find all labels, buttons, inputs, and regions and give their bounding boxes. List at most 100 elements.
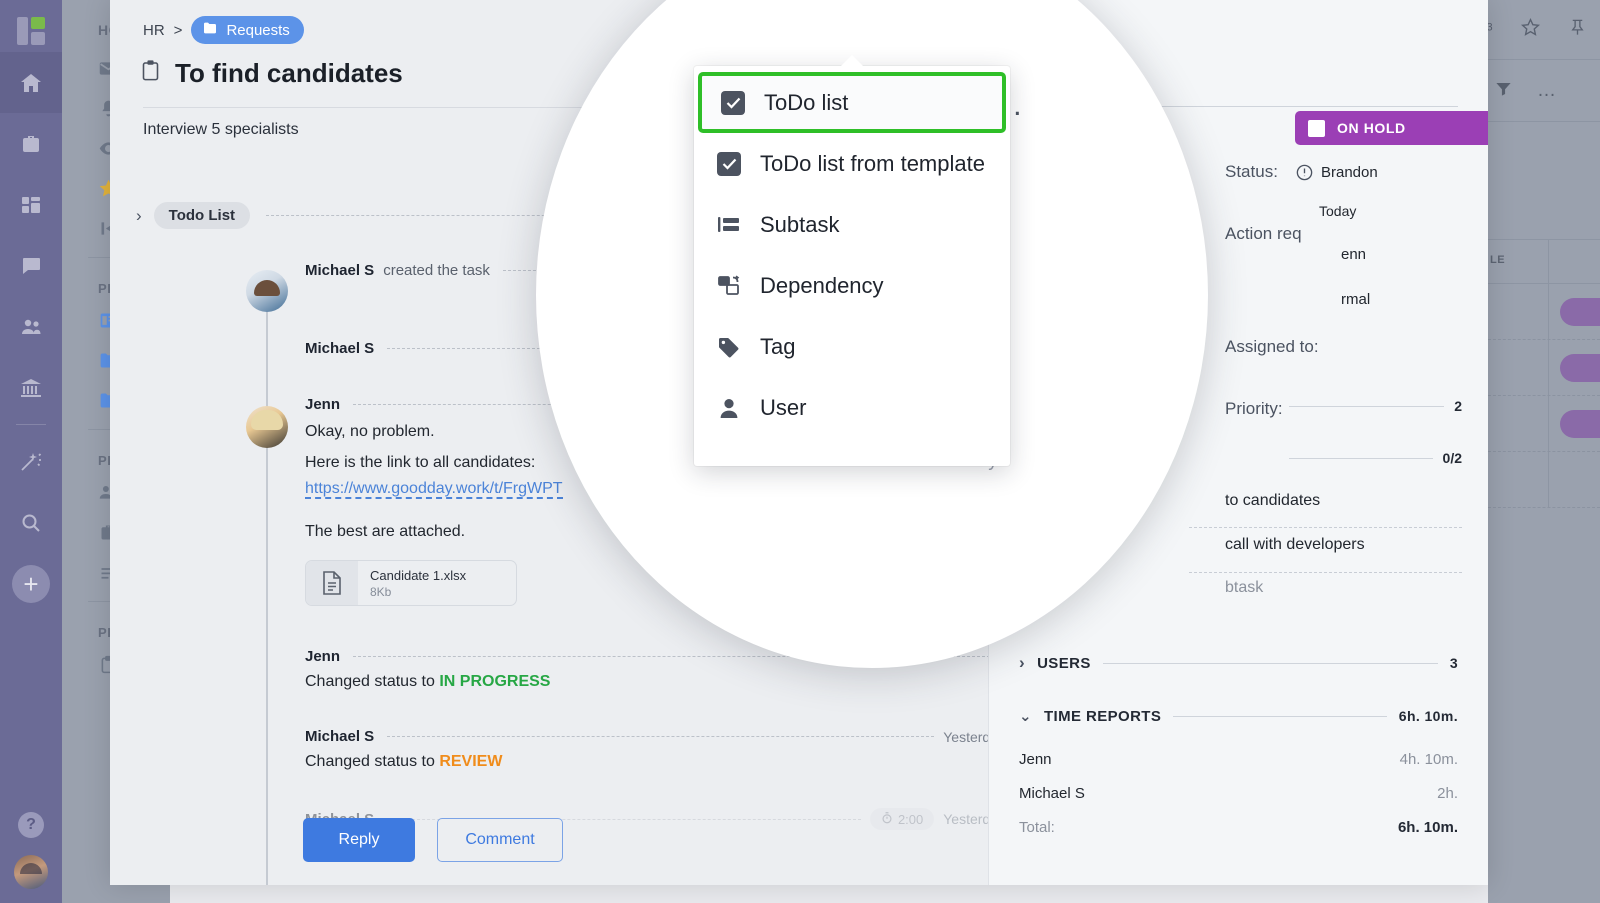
- field-value-action-required: enn: [1341, 246, 1367, 263]
- attachment-card[interactable]: Candidate 1.xlsx 8Kb: [305, 560, 517, 606]
- table-row[interactable]: [1488, 340, 1600, 396]
- square-icon: [1308, 119, 1325, 137]
- sidebar-item-users[interactable]: [0, 296, 62, 357]
- menu-item-todo-list[interactable]: ToDo list: [698, 72, 1006, 133]
- avatar[interactable]: [14, 855, 48, 889]
- field-value-priority: rmal: [1341, 291, 1371, 308]
- users-section-header[interactable]: › USERS 3: [989, 653, 1488, 673]
- time-report-total-label: Total:: [1019, 818, 1055, 836]
- chevron-right-icon[interactable]: ›: [1019, 653, 1025, 673]
- time-report-value: 4h. 10m.: [1399, 750, 1458, 768]
- feed-author: Jenn: [305, 648, 341, 665]
- background-table: … LE: [1488, 0, 1600, 903]
- timer-icon: [881, 811, 893, 827]
- breadcrumb-current[interactable]: Requests: [191, 16, 304, 44]
- status-change-text: Changed status to IN PROGRESS: [305, 673, 988, 691]
- dependency-icon: [716, 274, 742, 297]
- menu-item-subtask[interactable]: Subtask: [694, 194, 1010, 255]
- attachment-meta: Candidate 1.xlsx 8Kb: [358, 568, 466, 599]
- sidebar-item-home[interactable]: [0, 52, 62, 113]
- menu-item-label: Subtask: [760, 211, 840, 237]
- row-divider: [1189, 572, 1462, 573]
- status-badge[interactable]: [1560, 354, 1600, 382]
- time-reports-total: 6h. 10m.: [1398, 708, 1458, 724]
- users-count: 3: [1449, 655, 1458, 671]
- goodday-logo[interactable]: [10, 10, 52, 52]
- subtask-row[interactable]: call with developers: [1225, 536, 1365, 554]
- time-report-name: Michael S: [1019, 784, 1085, 802]
- menu-item-todo-list-from-template[interactable]: ToDo list from template: [694, 133, 1010, 194]
- field-label-assigned-to: Assigned to:: [1225, 337, 1319, 356]
- task-description: Interview 5 specialists: [143, 121, 299, 138]
- table-row[interactable]: [1488, 284, 1600, 340]
- task-title-text: To find candidates: [175, 58, 403, 88]
- add-item-menu: ToDo list ToDo list from template Subtas…: [694, 55, 1010, 466]
- avatar[interactable]: [246, 270, 288, 312]
- background-table-column-header: LE: [1488, 240, 1600, 284]
- sidebar-item-work[interactable]: [0, 113, 62, 174]
- priority-count: 2: [1454, 398, 1462, 414]
- row-divider: [387, 736, 935, 737]
- status-badge[interactable]: ON HOLD ⌄: [1295, 111, 1488, 145]
- field-value-status: Brandon: [1321, 164, 1378, 181]
- sidebar-item-organization[interactable]: [0, 357, 62, 418]
- file-icon: [306, 561, 358, 605]
- sidebar-item-messages[interactable]: [0, 235, 62, 296]
- chevron-right-icon[interactable]: ›: [136, 206, 142, 226]
- priority-counter-row: 2: [1289, 398, 1462, 414]
- menu-item-tag[interactable]: Tag: [694, 316, 1010, 377]
- time-chip-value: 2:00: [897, 811, 924, 827]
- comment-button[interactable]: Comment: [437, 818, 563, 862]
- status-badge-label: ON HOLD: [1337, 120, 1406, 136]
- field-label-action-required: Action req: [1225, 224, 1302, 243]
- table-row[interactable]: [1488, 396, 1600, 452]
- plus-icon[interactable]: +: [12, 564, 50, 603]
- sidebar-item-search[interactable]: [0, 492, 62, 553]
- reply-button[interactable]: Reply: [303, 818, 415, 862]
- status-badge: REVIEW: [439, 753, 503, 770]
- status-badge[interactable]: [1560, 410, 1600, 438]
- sidebar-item-magic[interactable]: [0, 431, 62, 492]
- more-icon[interactable]: …: [1537, 80, 1558, 102]
- checklist-count: 0/2: [1442, 450, 1462, 466]
- question-icon[interactable]: ?: [18, 811, 44, 838]
- create-button[interactable]: +: [0, 553, 62, 614]
- sidebar-divider: [16, 424, 46, 425]
- page-title: To find candidates: [140, 58, 403, 89]
- subtask-row[interactable]: btask: [1225, 579, 1263, 597]
- todo-list-label[interactable]: Todo List: [153, 202, 251, 229]
- checkbox-checked-icon: [716, 151, 742, 176]
- status-badge[interactable]: [1560, 298, 1600, 326]
- folder-icon: [202, 20, 218, 40]
- filter-icon[interactable]: [1494, 79, 1513, 103]
- time-reports-label: TIME REPORTS: [1043, 707, 1162, 725]
- status-badge: IN PROGRESS: [439, 673, 551, 690]
- breadcrumb-separator: >: [173, 21, 183, 39]
- feed-item-header: Michael S Yesterday: [305, 728, 1005, 745]
- subtask-icon: [716, 214, 742, 236]
- list-item: Michael S Yesterday Changed status to RE…: [110, 728, 1005, 808]
- sidebar-item-boards[interactable]: [0, 174, 62, 235]
- help-button[interactable]: ?: [0, 794, 62, 855]
- chevron-down-icon[interactable]: ⌄: [1019, 707, 1032, 725]
- avatar[interactable]: [246, 406, 288, 448]
- time-reports-list: Jenn 4h. 10m. Michael S 2h. Total: 6h. 1…: [989, 742, 1488, 844]
- user-icon: [716, 397, 742, 419]
- attachment-size: 8Kb: [370, 584, 392, 599]
- time-reports-section-header[interactable]: ⌄ TIME REPORTS 6h. 10m.: [989, 707, 1488, 726]
- star-icon[interactable]: [1520, 17, 1541, 43]
- background-table-gap: [1488, 122, 1600, 240]
- menu-item-dependency[interactable]: Dependency: [694, 255, 1010, 316]
- tag-icon: [716, 336, 742, 358]
- pin-icon[interactable]: [1568, 17, 1587, 43]
- menu-item-label: ToDo list from template: [760, 150, 985, 176]
- feed-action: created the task: [383, 262, 490, 279]
- status-change-prefix: Changed status to: [305, 673, 435, 690]
- checkbox-checked-icon: [720, 90, 746, 115]
- menu-item-user[interactable]: User: [694, 377, 1010, 438]
- time-report-value: 2h.: [1437, 784, 1458, 802]
- message-link[interactable]: https://www.goodday.work/t/FrgWPT: [305, 480, 563, 499]
- breadcrumb-root[interactable]: HR: [143, 22, 165, 39]
- table-row[interactable]: [1488, 452, 1600, 508]
- subtask-row[interactable]: to candidates: [1225, 492, 1320, 510]
